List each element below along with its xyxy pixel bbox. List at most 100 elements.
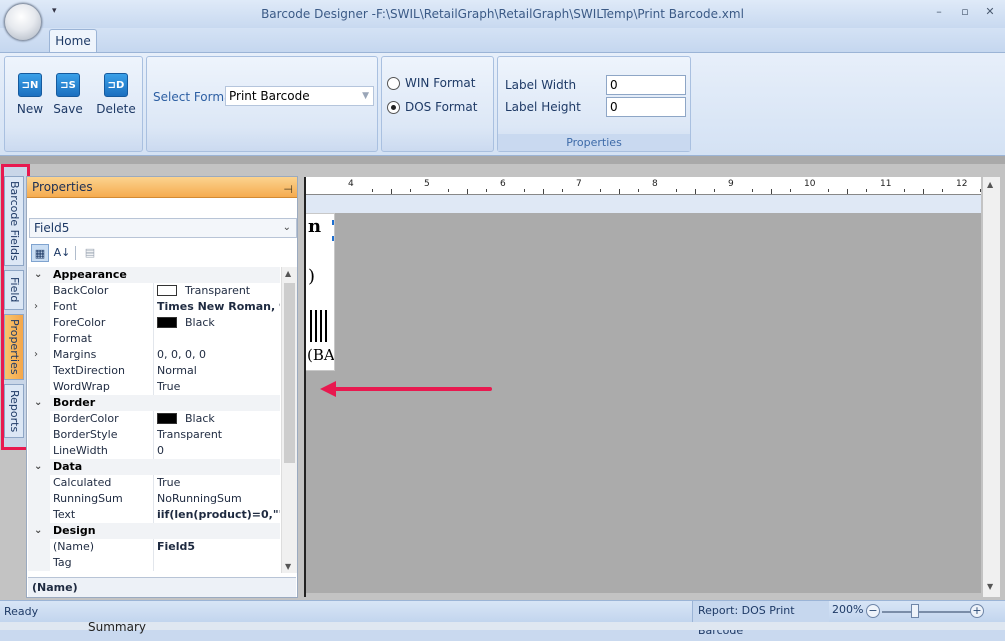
collapse-icon[interactable]: ⌄: [34, 523, 42, 539]
tab-reports[interactable]: Reports: [4, 384, 24, 438]
new-button-label: New: [16, 102, 44, 116]
collapse-icon[interactable]: ⌄: [34, 395, 42, 411]
property-row[interactable]: RunningSum NoRunningSum: [28, 491, 280, 507]
property-value[interactable]: Normal: [157, 363, 280, 379]
horizontal-ruler: 4 5 6 7 8 9 10 11 12: [305, 177, 1000, 195]
property-value[interactable]: Black: [157, 315, 280, 331]
property-row[interactable]: BorderColor Black: [28, 411, 280, 427]
categorized-view-icon[interactable]: ▦: [31, 244, 49, 262]
object-selector-dropdown[interactable]: Field5 ⌄: [29, 218, 297, 238]
property-row[interactable]: TextDirection Normal: [28, 363, 280, 379]
restore-button[interactable]: ▫: [954, 5, 976, 21]
label-height-input[interactable]: 0: [606, 97, 686, 117]
zoom-slider-thumb[interactable]: [911, 604, 919, 618]
row-gutter: [28, 299, 50, 315]
row-gutter: [28, 427, 50, 443]
property-name: Format: [53, 332, 92, 345]
tab-field[interactable]: Field: [4, 270, 24, 310]
barcode-bars[interactable]: [310, 310, 328, 342]
ruler-tick-label: 10: [804, 179, 816, 189]
property-value[interactable]: NoRunningSum: [157, 491, 280, 507]
column-divider: [153, 491, 154, 507]
property-row[interactable]: WordWrap True: [28, 379, 280, 395]
application-menu-button[interactable]: [4, 3, 42, 41]
property-name: BorderColor: [53, 412, 119, 425]
scrollbar-thumb[interactable]: [284, 283, 295, 463]
minimize-button[interactable]: –: [928, 5, 950, 21]
close-button[interactable]: ✕: [979, 5, 1001, 21]
label-field-text[interactable]: ): [308, 266, 315, 287]
select-format-dropdown[interactable]: Print Barcode ▼: [225, 86, 374, 106]
tab-barcode-fields[interactable]: Barcode Fields: [4, 176, 24, 266]
property-value[interactable]: True: [157, 475, 280, 491]
property-category[interactable]: ⌄ Data: [28, 459, 280, 475]
property-pages-icon[interactable]: ▤: [81, 244, 99, 262]
canvas-scrollbar[interactable]: ▲ ▼: [983, 177, 1000, 597]
zoom-level: 200%: [832, 603, 864, 616]
selection-handle[interactable]: [332, 236, 334, 241]
property-category[interactable]: ⌄ Appearance: [28, 267, 280, 283]
property-value[interactable]: 0: [157, 443, 280, 459]
pin-icon[interactable]: ⊣: [283, 180, 293, 200]
win-format-radio[interactable]: [387, 77, 400, 90]
select-format-value: Print Barcode: [229, 89, 310, 103]
property-value[interactable]: Transparent: [157, 283, 280, 299]
property-row[interactable]: Format: [28, 331, 280, 347]
property-row[interactable]: › Margins 0, 0, 0, 0: [28, 347, 280, 363]
property-row[interactable]: › Font Times New Roman, 9pt: [28, 299, 280, 315]
scroll-up-icon[interactable]: ▲: [285, 269, 291, 278]
scroll-up-icon[interactable]: ▲: [987, 180, 993, 189]
property-row[interactable]: (Name) Field5: [28, 539, 280, 555]
expand-icon[interactable]: ›: [34, 299, 38, 315]
label-field-text[interactable]: n: [308, 216, 321, 237]
label-field-text[interactable]: (BA: [307, 346, 334, 364]
property-value[interactable]: Times New Roman, 9pt: [157, 299, 280, 315]
ruler-minor-tick: [923, 189, 924, 194]
column-divider: [153, 347, 154, 363]
property-value[interactable]: Field5: [157, 539, 280, 555]
canvas-top-band: [305, 195, 981, 213]
ruler-minor-tick: [486, 189, 487, 192]
dos-format-radio[interactable]: [387, 101, 400, 114]
property-row[interactable]: LineWidth 0: [28, 443, 280, 459]
scroll-down-icon[interactable]: ▼: [285, 562, 291, 571]
label-preview[interactable]: n ) (BA: [305, 213, 335, 371]
expand-icon[interactable]: ›: [34, 347, 38, 363]
zoom-out-button[interactable]: −: [866, 604, 880, 618]
property-category[interactable]: ⌄ Border: [28, 395, 280, 411]
property-value[interactable]: Black: [157, 411, 280, 427]
tab-properties[interactable]: Properties: [4, 314, 24, 380]
collapse-icon[interactable]: ⌄: [34, 459, 42, 475]
property-name: RunningSum: [53, 492, 123, 505]
property-value[interactable]: [157, 555, 280, 571]
property-grid-scrollbar[interactable]: ▲ ▼: [281, 267, 297, 573]
delete-button[interactable]: ⊐D Delete: [93, 73, 139, 116]
property-row[interactable]: BorderStyle Transparent: [28, 427, 280, 443]
selection-handle[interactable]: [332, 220, 334, 225]
property-row[interactable]: BackColor Transparent: [28, 283, 280, 299]
win-format-label[interactable]: WIN Format: [405, 76, 475, 90]
tab-home[interactable]: Home: [49, 29, 97, 53]
zoom-slider-track[interactable]: [882, 611, 972, 613]
alphabetical-sort-icon[interactable]: A↓: [53, 244, 71, 262]
property-value[interactable]: [157, 331, 280, 347]
ruler-minor-tick: [904, 189, 905, 192]
property-row[interactable]: Text iif(len(product)=0,"",lt: [28, 507, 280, 523]
design-canvas[interactable]: [305, 213, 981, 593]
zoom-in-button[interactable]: +: [970, 604, 984, 618]
dos-format-label[interactable]: DOS Format: [405, 100, 477, 114]
property-value[interactable]: True: [157, 379, 280, 395]
property-row[interactable]: Calculated True: [28, 475, 280, 491]
column-divider: [153, 299, 154, 315]
scroll-down-icon[interactable]: ▼: [987, 582, 993, 591]
property-value[interactable]: 0, 0, 0, 0: [157, 347, 280, 363]
property-value[interactable]: iif(len(product)=0,"",lt: [157, 507, 280, 523]
collapse-icon[interactable]: ⌄: [34, 267, 42, 283]
property-row[interactable]: Tag: [28, 555, 280, 571]
save-button[interactable]: ⊐S Save: [45, 73, 91, 116]
ruler-tick-label: 11: [880, 179, 892, 189]
property-category[interactable]: ⌄ Design: [28, 523, 280, 539]
label-width-input[interactable]: 0: [606, 75, 686, 95]
property-value[interactable]: Transparent: [157, 427, 280, 443]
property-row[interactable]: ForeColor Black: [28, 315, 280, 331]
